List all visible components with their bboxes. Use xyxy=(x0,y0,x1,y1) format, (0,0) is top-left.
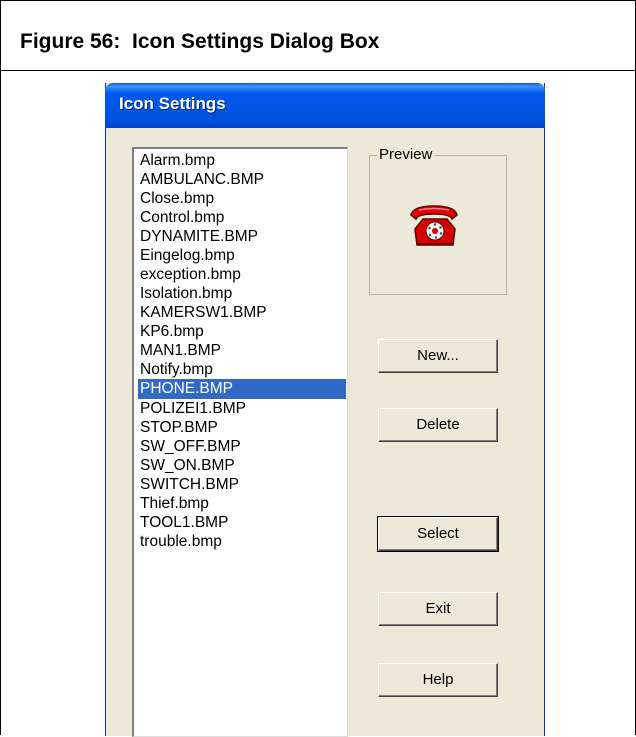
list-item[interactable]: STOP.BMP xyxy=(138,418,346,438)
list-item[interactable]: POLIZEI1.BMP xyxy=(138,399,346,419)
list-item[interactable]: AMBULANC.BMP xyxy=(138,170,346,190)
list-item[interactable]: KP6.bmp xyxy=(138,322,346,342)
preview-label: Preview xyxy=(377,146,435,164)
list-item[interactable]: TOOL1.BMP xyxy=(138,513,346,533)
dialog-title: Icon Settings xyxy=(119,94,226,113)
list-item[interactable]: Control.bmp xyxy=(138,208,346,228)
list-item[interactable]: exception.bmp xyxy=(138,265,346,285)
icon-file-list[interactable]: Alarm.bmp AMBULANC.BMP Close.bmp Control… xyxy=(132,147,348,737)
list-item[interactable]: MAN1.BMP xyxy=(138,341,346,361)
preview-group: Preview xyxy=(369,146,507,295)
list-item[interactable]: Eingelog.bmp xyxy=(138,246,346,266)
list-item[interactable]: KAMERSW1.BMP xyxy=(138,303,346,323)
icon-settings-dialog: Icon Settings Alarm.bmp AMBULANC.BMP Clo… xyxy=(105,83,545,737)
list-item[interactable]: Thief.bmp xyxy=(138,494,346,514)
list-item-selected[interactable]: PHONE.BMP xyxy=(138,379,346,399)
select-button[interactable]: Select xyxy=(377,516,499,552)
list-item[interactable]: SWITCH.BMP xyxy=(138,475,346,495)
list-item[interactable]: trouble.bmp xyxy=(138,532,346,552)
list-item[interactable]: Close.bmp xyxy=(138,189,346,209)
list-item[interactable]: Alarm.bmp xyxy=(138,151,346,171)
figure-frame: Figure 56: Icon Settings Dialog Box Icon… xyxy=(0,0,636,737)
help-button[interactable]: Help xyxy=(378,663,498,697)
delete-button[interactable]: Delete xyxy=(378,408,498,442)
list-item[interactable]: Notify.bmp xyxy=(138,360,346,380)
list-item[interactable]: SW_ON.BMP xyxy=(138,456,346,476)
list-item[interactable]: SW_OFF.BMP xyxy=(138,437,346,457)
dialog-titlebar[interactable]: Icon Settings xyxy=(105,83,545,128)
new-button[interactable]: New... xyxy=(378,339,498,373)
red-telephone-icon xyxy=(410,205,458,246)
figure-caption-text: Figure 56: Icon Settings Dialog Box xyxy=(20,30,380,53)
exit-button[interactable]: Exit xyxy=(378,592,498,626)
list-item[interactable]: Isolation.bmp xyxy=(138,284,346,304)
list-item[interactable]: DYNAMITE.BMP xyxy=(138,227,346,247)
figure-caption: Figure 56: Icon Settings Dialog Box xyxy=(1,1,635,71)
